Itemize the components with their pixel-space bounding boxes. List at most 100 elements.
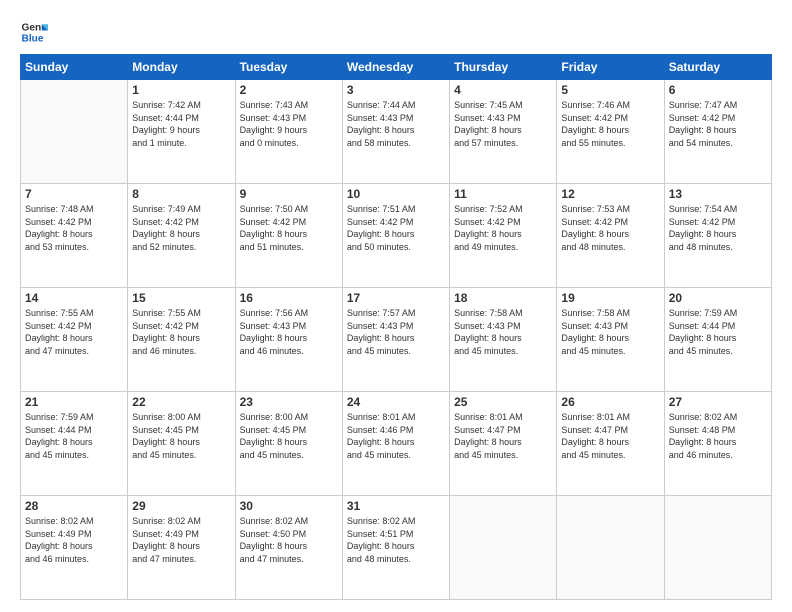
day-info: Sunrise: 7:58 AM Sunset: 4:43 PM Dayligh… [454,307,552,357]
day-info: Sunrise: 8:02 AM Sunset: 4:51 PM Dayligh… [347,515,445,565]
day-info: Sunrise: 8:02 AM Sunset: 4:50 PM Dayligh… [240,515,338,565]
calendar-cell [450,496,557,600]
calendar-cell: 11 Sunrise: 7:52 AM Sunset: 4:42 PM Dayli… [450,184,557,288]
day-number: 20 [669,291,767,305]
calendar-cell: 28 Sunrise: 8:02 AM Sunset: 4:49 PM Dayli… [21,496,128,600]
day-info: Sunrise: 7:49 AM Sunset: 4:42 PM Dayligh… [132,203,230,253]
calendar-week-row: 28 Sunrise: 8:02 AM Sunset: 4:49 PM Dayli… [21,496,772,600]
calendar-week-row: 1 Sunrise: 7:42 AM Sunset: 4:44 PM Daylig… [21,80,772,184]
calendar-header-friday: Friday [557,55,664,80]
day-info: Sunrise: 7:59 AM Sunset: 4:44 PM Dayligh… [25,411,123,461]
day-info: Sunrise: 7:54 AM Sunset: 4:42 PM Dayligh… [669,203,767,253]
logo-icon: General Blue [20,18,48,46]
calendar-cell [557,496,664,600]
calendar-cell: 27Sunrise: 8:02 AM Sunset: 4:48 PM Dayli… [664,392,771,496]
day-number: 29 [132,499,230,513]
day-number: 8 [132,187,230,201]
calendar-week-row: 14 Sunrise: 7:55 AM Sunset: 4:42 PM Dayli… [21,288,772,392]
day-number: 12 [561,187,659,201]
calendar-cell: 3 Sunrise: 7:44 AM Sunset: 4:43 PM Daylig… [342,80,449,184]
calendar-header-saturday: Saturday [664,55,771,80]
day-info: Sunrise: 8:00 AM Sunset: 4:45 PM Dayligh… [240,411,338,461]
calendar-cell: 4Sunrise: 7:45 AM Sunset: 4:43 PM Daylig… [450,80,557,184]
day-info: Sunrise: 7:57 AM Sunset: 4:43 PM Dayligh… [347,307,445,357]
calendar-header-thursday: Thursday [450,55,557,80]
day-number: 21 [25,395,123,409]
calendar-cell: 13Sunrise: 7:54 AM Sunset: 4:42 PM Dayli… [664,184,771,288]
day-info: Sunrise: 8:01 AM Sunset: 4:46 PM Dayligh… [347,411,445,461]
day-info: Sunrise: 7:52 AM Sunset: 4:42 PM Dayligh… [454,203,552,253]
calendar-table: SundayMondayTuesdayWednesdayThursdayFrid… [20,54,772,600]
calendar-header-row: SundayMondayTuesdayWednesdayThursdayFrid… [21,55,772,80]
calendar-cell: 20 Sunrise: 7:59 AM Sunset: 4:44 PM Dayli… [664,288,771,392]
calendar-week-row: 21 Sunrise: 7:59 AM Sunset: 4:44 PM Dayli… [21,392,772,496]
calendar-cell: 5 Sunrise: 7:46 AM Sunset: 4:42 PM Daylig… [557,80,664,184]
day-number: 25 [454,395,552,409]
day-info: Sunrise: 8:02 AM Sunset: 4:49 PM Dayligh… [25,515,123,565]
day-number: 5 [561,83,659,97]
calendar-cell: 22 Sunrise: 8:00 AM Sunset: 4:45 PM Dayli… [128,392,235,496]
calendar-cell: 17 Sunrise: 7:57 AM Sunset: 4:43 PM Dayli… [342,288,449,392]
day-info: Sunrise: 7:51 AM Sunset: 4:42 PM Dayligh… [347,203,445,253]
day-info: Sunrise: 7:43 AM Sunset: 4:43 PM Dayligh… [240,99,338,149]
day-number: 31 [347,499,445,513]
calendar-cell: 16 Sunrise: 7:56 AM Sunset: 4:43 PM Dayli… [235,288,342,392]
day-info: Sunrise: 8:01 AM Sunset: 4:47 PM Dayligh… [561,411,659,461]
day-info: Sunrise: 7:58 AM Sunset: 4:43 PM Dayligh… [561,307,659,357]
calendar-cell: 26 Sunrise: 8:01 AM Sunset: 4:47 PM Dayli… [557,392,664,496]
day-info: Sunrise: 7:53 AM Sunset: 4:42 PM Dayligh… [561,203,659,253]
day-number: 17 [347,291,445,305]
day-info: Sunrise: 7:55 AM Sunset: 4:42 PM Dayligh… [25,307,123,357]
day-number: 30 [240,499,338,513]
day-number: 19 [561,291,659,305]
calendar-cell: 2 Sunrise: 7:43 AM Sunset: 4:43 PM Daylig… [235,80,342,184]
day-info: Sunrise: 7:45 AM Sunset: 4:43 PM Dayligh… [454,99,552,149]
calendar-cell: 19 Sunrise: 7:58 AM Sunset: 4:43 PM Dayli… [557,288,664,392]
day-number: 14 [25,291,123,305]
day-number: 11 [454,187,552,201]
calendar-cell [664,496,771,600]
day-number: 1 [132,83,230,97]
day-info: Sunrise: 8:02 AM Sunset: 4:48 PM Dayligh… [669,411,767,461]
day-info: Sunrise: 7:56 AM Sunset: 4:43 PM Dayligh… [240,307,338,357]
day-info: Sunrise: 7:46 AM Sunset: 4:42 PM Dayligh… [561,99,659,149]
calendar-cell: 18 Sunrise: 7:58 AM Sunset: 4:43 PM Dayli… [450,288,557,392]
day-number: 15 [132,291,230,305]
calendar-week-row: 7Sunrise: 7:48 AM Sunset: 4:42 PM Daylig… [21,184,772,288]
day-number: 28 [25,499,123,513]
svg-text:Blue: Blue [22,33,44,44]
day-number: 26 [561,395,659,409]
day-number: 16 [240,291,338,305]
calendar-cell: 14 Sunrise: 7:55 AM Sunset: 4:42 PM Dayli… [21,288,128,392]
day-number: 7 [25,187,123,201]
calendar-cell: 30 Sunrise: 8:02 AM Sunset: 4:50 PM Dayli… [235,496,342,600]
calendar-header-monday: Monday [128,55,235,80]
day-number: 10 [347,187,445,201]
calendar-cell: 21 Sunrise: 7:59 AM Sunset: 4:44 PM Dayli… [21,392,128,496]
day-number: 2 [240,83,338,97]
day-number: 3 [347,83,445,97]
calendar-cell: 29 Sunrise: 8:02 AM Sunset: 4:49 PM Dayli… [128,496,235,600]
day-info: Sunrise: 7:42 AM Sunset: 4:44 PM Dayligh… [132,99,230,149]
calendar-cell: 25 Sunrise: 8:01 AM Sunset: 4:47 PM Dayli… [450,392,557,496]
day-info: Sunrise: 8:02 AM Sunset: 4:49 PM Dayligh… [132,515,230,565]
day-number: 9 [240,187,338,201]
day-info: Sunrise: 7:59 AM Sunset: 4:44 PM Dayligh… [669,307,767,357]
calendar-cell: 6Sunrise: 7:47 AM Sunset: 4:42 PM Daylig… [664,80,771,184]
calendar-cell: 9Sunrise: 7:50 AM Sunset: 4:42 PM Daylig… [235,184,342,288]
day-number: 6 [669,83,767,97]
day-number: 18 [454,291,552,305]
calendar-cell: 10 Sunrise: 7:51 AM Sunset: 4:42 PM Dayli… [342,184,449,288]
calendar-header-sunday: Sunday [21,55,128,80]
calendar-cell: 15Sunrise: 7:55 AM Sunset: 4:42 PM Dayli… [128,288,235,392]
day-info: Sunrise: 8:01 AM Sunset: 4:47 PM Dayligh… [454,411,552,461]
day-info: Sunrise: 8:00 AM Sunset: 4:45 PM Dayligh… [132,411,230,461]
day-number: 24 [347,395,445,409]
day-number: 22 [132,395,230,409]
calendar-cell: 23Sunrise: 8:00 AM Sunset: 4:45 PM Dayli… [235,392,342,496]
calendar-cell: 8 Sunrise: 7:49 AM Sunset: 4:42 PM Daylig… [128,184,235,288]
calendar-cell: 12 Sunrise: 7:53 AM Sunset: 4:42 PM Dayli… [557,184,664,288]
calendar-cell: 7Sunrise: 7:48 AM Sunset: 4:42 PM Daylig… [21,184,128,288]
calendar-cell: 31 Sunrise: 8:02 AM Sunset: 4:51 PM Dayli… [342,496,449,600]
day-info: Sunrise: 7:44 AM Sunset: 4:43 PM Dayligh… [347,99,445,149]
